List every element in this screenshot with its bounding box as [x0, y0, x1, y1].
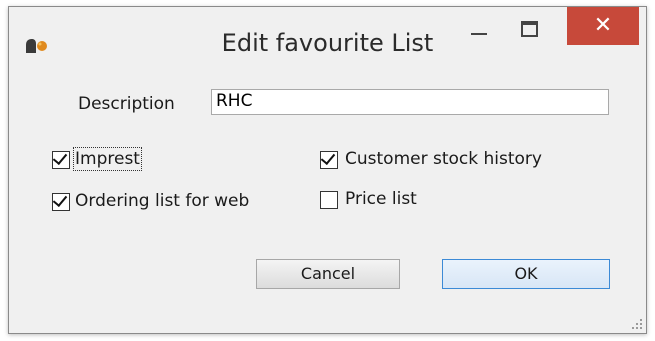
ordering-list-for-web-checkbox[interactable]: [52, 191, 70, 211]
checkmark-icon: [320, 149, 336, 166]
title-bar[interactable]: Edit favourite List ✕: [9, 7, 646, 73]
customer-stock-history-label[interactable]: Customer stock history: [345, 149, 542, 169]
price-list-checkbox[interactable]: [320, 191, 338, 209]
close-icon: ✕: [593, 13, 613, 38]
customer-stock-history-checkbox[interactable]: [320, 149, 338, 169]
minimize-icon: [471, 33, 487, 35]
imprest-label[interactable]: Imprest: [73, 147, 142, 171]
resize-grip-icon[interactable]: [632, 319, 642, 329]
checkmark-icon: [52, 149, 68, 166]
cancel-button[interactable]: Cancel: [256, 259, 400, 289]
close-button[interactable]: ✕: [567, 7, 639, 45]
maximize-button[interactable]: [507, 7, 551, 45]
ordering-list-for-web-label[interactable]: Ordering list for web: [75, 191, 249, 211]
minimize-button[interactable]: [457, 7, 501, 45]
description-input[interactable]: RHC: [211, 89, 609, 115]
price-list-label[interactable]: Price list: [345, 189, 417, 209]
checkmark-icon: [52, 191, 68, 208]
imprest-checkbox[interactable]: [52, 149, 70, 169]
maximize-icon: [521, 21, 538, 37]
ok-button[interactable]: OK: [442, 259, 610, 289]
dialog-window: Edit favourite List ✕ Description RHC Im…: [8, 6, 647, 334]
description-label: Description: [78, 94, 175, 114]
